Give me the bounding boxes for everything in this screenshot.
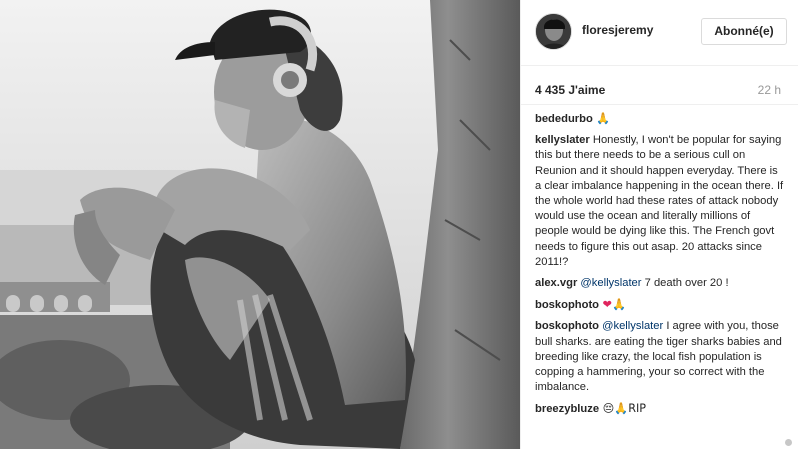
- post-header: floresjeremy Abonné(e): [521, 0, 798, 66]
- comment-item: bededurbo 🙏: [535, 111, 785, 127]
- post-side-panel: floresjeremy Abonné(e) 4 435 J'aime 22 h…: [520, 0, 798, 449]
- comment-username[interactable]: boskophoto: [535, 299, 599, 311]
- likes-count[interactable]: 4 435 J'aime: [535, 83, 605, 97]
- comment-item: alex.vgr @kellyslater 7 death over 20 !: [535, 276, 785, 291]
- comment-username[interactable]: bededurbo: [535, 113, 593, 125]
- post-age[interactable]: 22 h: [758, 83, 781, 97]
- comments-list: bededurbo 🙏 kellyslater Honestly, I won'…: [535, 111, 785, 424]
- comment-text: ❤🙏: [599, 298, 626, 312]
- comment-item: boskophoto @kellyslater I agree with you…: [535, 319, 785, 395]
- comment-text: 7 death over 20 !: [641, 277, 729, 290]
- comment-item: breezybluze 😔🙏RIP: [535, 401, 785, 417]
- scroll-indicator[interactable]: [785, 439, 792, 446]
- post-photo[interactable]: [0, 0, 520, 449]
- comment-username[interactable]: alex.vgr: [535, 277, 577, 289]
- comment-mention[interactable]: @kellyslater: [599, 320, 663, 332]
- user-avatar[interactable]: [535, 13, 572, 50]
- post-photo-illustration: [0, 0, 520, 449]
- comment-item: kellyslater Honestly, I won't be popular…: [535, 133, 785, 270]
- avatar-icon: [536, 14, 571, 49]
- comment-text: Honestly, I won't be popular for saying …: [535, 134, 784, 268]
- comment-text: 🙏: [592, 112, 611, 125]
- post-username[interactable]: floresjeremy: [582, 23, 653, 37]
- comment-username[interactable]: boskophoto: [535, 320, 599, 332]
- comment-mention[interactable]: @kellyslater: [577, 277, 641, 289]
- post-stats: 4 435 J'aime 22 h: [521, 66, 798, 105]
- comment-text: 😔🙏RIP: [599, 402, 647, 416]
- comment-item: boskophoto ❤🙏: [535, 297, 785, 313]
- comment-username[interactable]: breezybluze: [535, 403, 599, 415]
- comment-username[interactable]: kellyslater: [535, 134, 590, 146]
- follow-button[interactable]: Abonné(e): [701, 18, 787, 45]
